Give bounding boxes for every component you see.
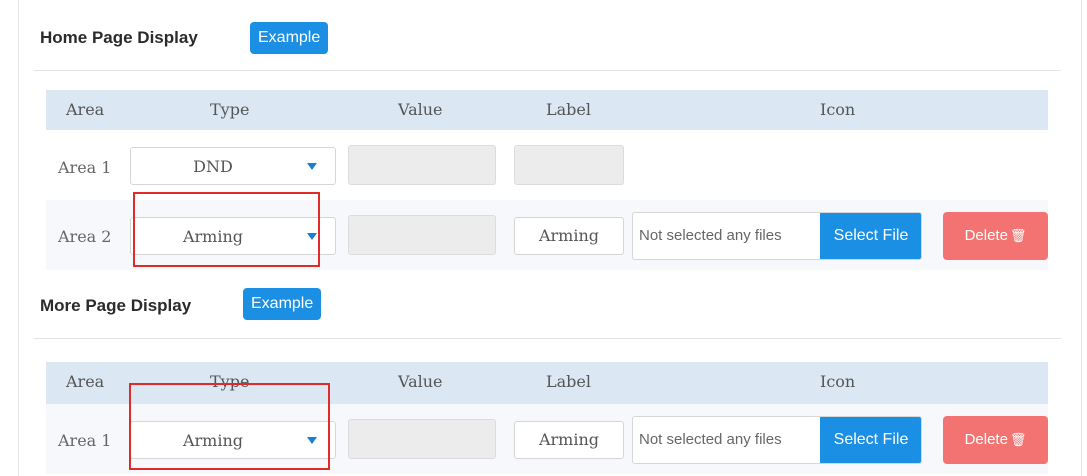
- caret-down-icon: [307, 163, 317, 170]
- more-divider: [34, 338, 1061, 339]
- header-label: Label: [546, 100, 591, 119]
- table-row: Area 1 DND: [46, 130, 1048, 200]
- header-area: Area: [66, 372, 105, 391]
- icon-file-box[interactable]: Not selected any files Select File: [632, 212, 922, 260]
- value-input-disabled: [348, 215, 496, 255]
- highlight-box: [133, 192, 320, 267]
- trash-icon: 🗑: [1009, 432, 1027, 447]
- more-example-button[interactable]: Example: [243, 288, 322, 320]
- header-type: Type: [210, 100, 250, 119]
- header-value: Value: [398, 100, 443, 119]
- header-label: Label: [546, 372, 591, 391]
- delete-label: Delete: [964, 431, 1008, 448]
- type-select-value: DND: [193, 157, 233, 176]
- delete-label: Delete: [964, 227, 1008, 244]
- header-value: Value: [398, 372, 443, 391]
- delete-button[interactable]: Delete 🗑: [943, 416, 1048, 464]
- header-area: Area: [66, 100, 105, 119]
- more-section-title: More Page Display: [40, 296, 192, 315]
- home-divider: [34, 70, 1061, 71]
- label-input[interactable]: Arming: [514, 421, 624, 459]
- label-input[interactable]: Arming: [514, 217, 624, 255]
- delete-button[interactable]: Delete 🗑: [943, 212, 1048, 260]
- header-icon: Icon: [820, 372, 856, 391]
- type-select[interactable]: DND: [130, 147, 336, 185]
- highlight-box: [129, 383, 330, 470]
- home-section-title: Home Page Display: [40, 28, 198, 47]
- right-border: [1081, 0, 1082, 476]
- file-status-text: Not selected any files: [639, 227, 782, 244]
- home-table-header: Area Type Value Label Icon: [46, 90, 1048, 130]
- value-input-disabled: [348, 145, 496, 185]
- icon-file-box[interactable]: Not selected any files Select File: [632, 416, 922, 464]
- row-area-label: Area 1: [58, 431, 112, 450]
- label-input-disabled: [514, 145, 624, 185]
- left-border: [18, 0, 19, 476]
- row-area-label: Area 1: [58, 158, 112, 177]
- select-file-button[interactable]: Select File: [820, 417, 921, 463]
- header-icon: Icon: [820, 100, 856, 119]
- select-file-button[interactable]: Select File: [820, 213, 921, 259]
- row-area-label: Area 2: [58, 227, 112, 246]
- trash-icon: 🗑: [1009, 228, 1027, 243]
- home-example-button[interactable]: Example: [250, 22, 329, 54]
- value-input-disabled: [348, 419, 496, 459]
- file-status-text: Not selected any files: [639, 431, 782, 448]
